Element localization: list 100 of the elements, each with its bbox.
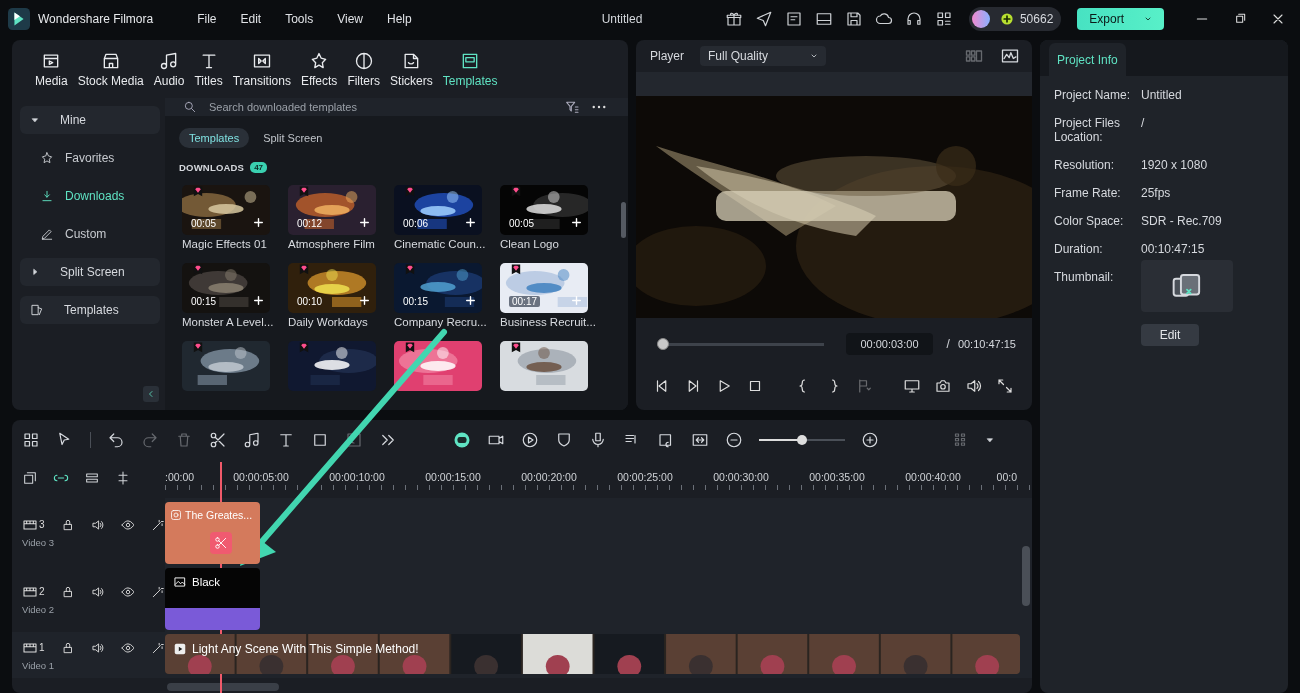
template-thumbnail[interactable]: 00:05 [500,185,588,235]
volume-icon[interactable] [965,377,983,395]
add-track-icon[interactable] [22,470,38,486]
caret-icon[interactable] [985,435,995,445]
split-icon[interactable] [84,470,100,486]
template-thumbnail[interactable]: 00:12 [288,185,376,235]
eye-icon[interactable] [120,640,135,655]
pencil-icon [40,227,54,241]
media-tab[interactable]: Transitions [227,50,296,88]
media-tab[interactable]: Filters [342,50,386,88]
camera-icon[interactable] [934,377,952,395]
filter-tab[interactable]: Templates [179,128,250,148]
zoom-out-icon[interactable] [725,431,743,449]
headset-icon[interactable] [904,10,923,28]
music-icon[interactable] [243,431,261,449]
search-field[interactable]: Search downloaded templates [207,100,554,114]
add-icon[interactable] [464,294,477,307]
media-tab[interactable]: Titles [189,50,228,88]
magic-wand-icon[interactable] [150,584,165,599]
tiles-icon[interactable] [22,431,40,449]
filter-list-icon[interactable] [564,99,580,115]
filter-tab[interactable]: Split Screen [253,128,333,148]
eye-icon[interactable] [120,517,135,532]
media-tab[interactable]: Media [30,50,73,88]
menu-item[interactable]: File [185,12,229,26]
quality-dropdown[interactable]: Full Quality [700,46,827,66]
credits-badge[interactable]: 50662 [968,7,1062,31]
sidebar-item[interactable]: Favorites [20,144,165,172]
track-number: 2 [39,586,45,597]
thumbnail-placeholder[interactable] [1141,260,1233,312]
text-icon[interactable] [277,431,295,449]
scissors-icon[interactable] [209,431,227,449]
mask-icon[interactable] [345,431,363,449]
media-tab[interactable]: Stock Media [72,50,149,88]
add-icon[interactable] [252,294,265,307]
add-icon[interactable] [358,216,371,229]
current-timecode[interactable]: 00:00:03:00 [846,333,933,355]
media-tab[interactable]: Templates [437,50,503,88]
magic-wand-icon[interactable] [150,517,165,532]
menu-item[interactable]: Edit [228,12,274,26]
send-icon[interactable] [754,10,773,28]
layout-icon[interactable] [814,10,833,28]
media-tab[interactable]: Effects [295,50,343,88]
fit-icon[interactable] [691,431,709,449]
cards-icon [30,303,44,317]
horizontal-scrollbar[interactable] [167,683,279,691]
crop-icon[interactable] [311,431,329,449]
add-icon[interactable] [570,216,583,229]
microphone-icon[interactable] [589,431,607,449]
project-info-tab[interactable]: Project Info [1049,43,1126,76]
template-thumbnail[interactable]: 00:15 [182,263,270,313]
menu-item[interactable]: View [325,12,375,26]
snap-icon[interactable] [115,470,131,486]
undo-icon[interactable] [107,431,125,449]
add-icon[interactable] [252,216,265,229]
vertical-scrollbar[interactable] [1022,546,1030,606]
apps-icon[interactable] [934,10,953,28]
robot-icon[interactable] [453,431,471,449]
add-icon[interactable] [464,216,477,229]
media-tab[interactable]: Stickers [385,50,438,88]
fullscreen-icon[interactable] [996,377,1014,395]
sidebar-item[interactable]: Downloads [20,182,165,210]
media-tab[interactable]: Audio [148,50,190,88]
template-thumbnail[interactable]: 00:17 [500,263,588,313]
menu-item[interactable]: Help [375,12,424,26]
template-thumbnail[interactable]: 00:10 [288,263,376,313]
sidebar-group[interactable]: Mine [20,106,160,134]
volume-icon[interactable] [90,517,105,532]
sidebar-item[interactable]: Custom [20,220,165,248]
progress-thumb[interactable] [657,338,669,350]
shield-icon[interactable] [555,431,573,449]
search-bar[interactable]: Search downloaded templates [165,98,628,116]
zoom-thumb[interactable] [797,435,807,445]
delete-icon[interactable] [175,431,193,449]
template-thumbnail[interactable]: 00:05 [182,185,270,235]
redo-icon[interactable] [141,431,159,449]
task-list-icon[interactable] [784,10,803,28]
collapse-button[interactable] [143,386,159,402]
split-marker[interactable] [210,532,232,554]
volume-icon[interactable] [90,584,105,599]
add-icon[interactable] [358,294,371,307]
template-thumbnail[interactable]: 00:06 [394,185,482,235]
duration-label: 00:10 [297,296,323,307]
save-icon[interactable] [844,10,863,28]
edit-button[interactable]: Edit [1141,324,1199,346]
export-button[interactable]: Export [1077,8,1164,30]
gift-icon[interactable] [724,10,743,28]
template-thumbnail[interactable]: 00:15 [394,263,482,313]
premium-icon [509,341,523,355]
sidebar-group[interactable]: Split Screen [20,258,160,286]
volume-icon[interactable] [90,640,105,655]
monitor-icon[interactable] [903,377,921,395]
eye-icon[interactable] [120,584,135,599]
menu-item[interactable]: Tools [273,12,326,26]
magic-wand-icon[interactable] [150,640,165,655]
scrollbar[interactable] [621,202,626,238]
sidebar-item[interactable]: Templates [20,296,160,324]
field-label: Frame Rate: [1054,186,1122,200]
zoom-in-icon[interactable] [861,431,879,449]
color-clip[interactable]: Black [165,568,260,630]
